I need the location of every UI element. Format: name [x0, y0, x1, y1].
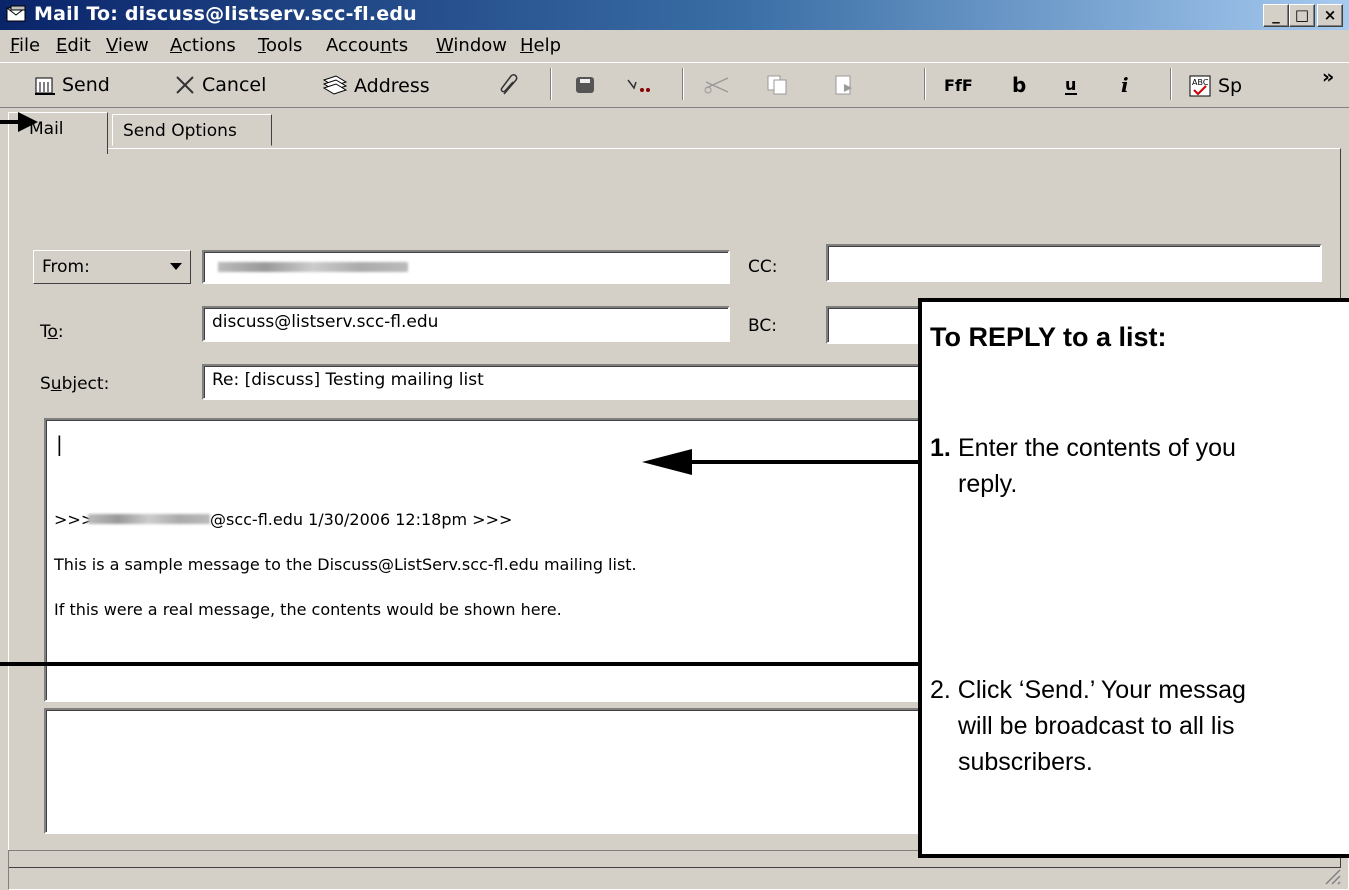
bc-label: BC:	[748, 316, 777, 336]
cut-button[interactable]	[702, 74, 732, 96]
body-arrowhead-icon	[642, 449, 692, 475]
chevron-down-icon	[170, 263, 182, 270]
paperclip-icon	[500, 74, 518, 95]
x-icon	[176, 76, 194, 94]
to-field[interactable]: discuss@listserv.scc-fl.edu	[202, 306, 730, 342]
redacted-sender	[218, 262, 408, 272]
menu-accounts[interactable]: Accounts	[326, 35, 408, 56]
menu-window[interactable]: Window	[436, 35, 507, 56]
paste-icon	[835, 75, 852, 95]
copy-icon	[767, 75, 787, 95]
svg-text:FfF: FfF	[944, 76, 973, 95]
signature-icon	[627, 79, 650, 92]
underline-button[interactable]: u	[1062, 74, 1082, 96]
save-draft-button[interactable]	[574, 74, 596, 96]
step1-number: 1.	[930, 434, 951, 462]
step2-line2: will be broadcast to all lis	[958, 712, 1235, 740]
window-title: Mail To: discuss@listserv.scc-fl.edu	[34, 3, 417, 25]
toolbar-separator	[924, 68, 926, 100]
cancel-label: Cancel	[202, 74, 267, 96]
text-cursor: |	[56, 432, 63, 456]
title-bar: Mail To: discuss@listserv.scc-fl.edu _ □…	[0, 0, 1349, 30]
subject-label: Subject:	[40, 374, 110, 394]
svg-text:b: b	[1012, 74, 1026, 96]
attach-button[interactable]	[498, 74, 522, 98]
menu-tools[interactable]: Tools	[258, 35, 302, 56]
svg-text:i: i	[1121, 74, 1129, 96]
italic-icon: i	[1121, 74, 1129, 96]
font-button[interactable]: FfF	[944, 74, 978, 96]
body-arrow-line	[690, 460, 920, 464]
step2-line3: subscribers.	[958, 748, 1093, 776]
bold-icon: b	[1012, 74, 1026, 96]
minimize-button[interactable]: _	[1263, 4, 1289, 27]
send-callout-line	[0, 662, 920, 666]
disk-icon	[576, 77, 594, 93]
scissors-icon	[704, 77, 729, 94]
send-button[interactable]: Send	[34, 74, 110, 96]
toolbar-overflow-chevron[interactable]: »	[1322, 66, 1334, 88]
underline-icon: u	[1065, 75, 1077, 95]
spellcheck-icon: ABC	[1189, 75, 1211, 97]
mail-app-icon	[6, 5, 26, 22]
redacted-sender-quote	[88, 514, 210, 524]
address-book-icon	[322, 75, 348, 95]
close-button[interactable]: ×	[1317, 4, 1343, 27]
send-label: Send	[62, 74, 110, 96]
step2-line1: 2. Click ‘Send.’ Your messag	[930, 676, 1246, 704]
toolbar-separator	[550, 68, 552, 100]
cancel-button[interactable]: Cancel	[174, 74, 266, 96]
svg-text:ABC: ABC	[1192, 78, 1209, 87]
quoted-line-2: If this were a real message, the content…	[54, 600, 562, 619]
step1-line1: Enter the contents of you	[958, 434, 1236, 462]
callout-heading: To REPLY to a list:	[930, 322, 1167, 352]
spell-check-button[interactable]: ABC Sp	[1188, 74, 1242, 98]
cc-label: CC:	[748, 257, 778, 277]
svg-text:u: u	[1065, 75, 1076, 94]
paste-button[interactable]	[834, 74, 856, 96]
toolbar-separator	[682, 68, 684, 100]
bold-button[interactable]: b	[1010, 74, 1030, 96]
from-field[interactable]	[202, 250, 730, 284]
menu-help[interactable]: Help	[520, 35, 561, 56]
attachment-area[interactable]	[44, 708, 944, 834]
resize-grip-icon[interactable]	[1318, 862, 1342, 886]
address-button[interactable]: Address	[322, 74, 430, 98]
menu-actions[interactable]: Actions	[170, 35, 236, 56]
send-icon	[35, 77, 55, 95]
cc-field[interactable]	[826, 244, 1322, 282]
copy-button[interactable]	[766, 74, 788, 96]
from-dropdown[interactable]: From:	[33, 250, 191, 284]
menu-file[interactable]: File	[10, 35, 40, 56]
maximize-button[interactable]: □	[1289, 4, 1315, 27]
quoted-line-1: This is a sample message to the Discuss@…	[54, 555, 637, 574]
address-label: Address	[354, 75, 430, 97]
step1-line2: reply.	[958, 470, 1018, 498]
proofread-button[interactable]	[626, 74, 660, 96]
menu-edit[interactable]: Edit	[56, 35, 91, 56]
to-label: To:	[40, 322, 64, 342]
toolbar-separator	[1170, 68, 1172, 100]
font-icon: FfF	[944, 76, 973, 95]
tab-send-options[interactable]: Send Options	[112, 114, 272, 146]
menu-view[interactable]: View	[106, 35, 149, 56]
subject-field[interactable]: Re: [discuss] Testing mailing list	[202, 364, 942, 400]
quoted-header: @scc-fl.edu 1/30/2006 12:18pm >>>	[210, 510, 513, 529]
italic-button[interactable]: i	[1118, 74, 1138, 96]
send-arrowhead-icon	[18, 112, 38, 132]
spell-label: Sp	[1218, 75, 1243, 97]
